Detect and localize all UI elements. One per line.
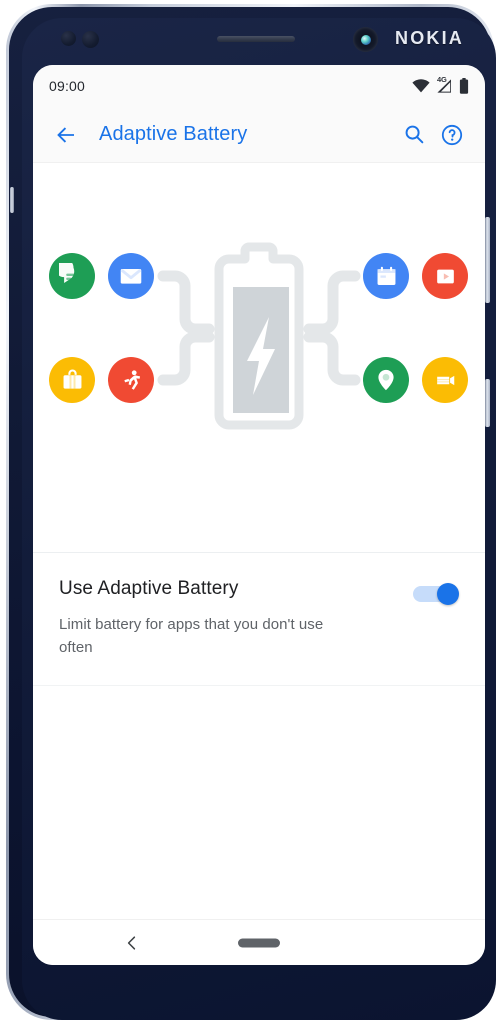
battery-connectors-graphic: [157, 242, 361, 430]
battery-icon: [459, 78, 469, 94]
toggle-thumb: [437, 583, 459, 605]
wifi-icon: [412, 79, 430, 93]
adaptive-battery-toggle[interactable]: [413, 583, 459, 605]
shopping-bag-app-icon[interactable]: [49, 357, 95, 403]
briefcase-icon: [63, 369, 81, 389]
play-button-icon: [436, 269, 454, 283]
battery-graphic: [214, 242, 304, 430]
camera-lens: [360, 34, 371, 45]
maps-app-icon[interactable]: [363, 357, 409, 403]
earpiece-speaker: [217, 36, 295, 42]
sim-tray: [10, 187, 14, 213]
setting-subtitle: Limit battery for apps that you don't us…: [59, 616, 324, 656]
screenshot-root: NOKIA 09:00 4G Adaptive Battery Use Adap…: [0, 0, 500, 1024]
running-person-icon: [123, 369, 140, 390]
ticket-icon: [436, 375, 454, 385]
mail-app-icon[interactable]: [108, 253, 154, 299]
mobile-signal-icon: 4G: [437, 75, 452, 93]
phone-body: NOKIA 09:00 4G Adaptive Battery Use Adap…: [9, 7, 496, 1020]
setting-texts: Use Adaptive Battery Limit battery for a…: [59, 577, 413, 659]
fitness-app-icon[interactable]: [108, 357, 154, 403]
status-bar: 09:00 4G: [33, 65, 485, 107]
speech-bubble-icon: [58, 262, 75, 283]
content-empty-area: [33, 686, 485, 919]
app-bar: Adaptive Battery: [33, 107, 485, 163]
map-pin-icon: [378, 369, 394, 391]
proximity-sensor-icon: [61, 31, 76, 46]
setting-title: Use Adaptive Battery: [59, 578, 239, 599]
power-button[interactable]: [485, 379, 490, 427]
hero-illustration: [33, 163, 485, 553]
phone-screen: 09:00 4G Adaptive Battery Use Adaptive B…: [33, 65, 485, 965]
search-icon[interactable]: [395, 116, 433, 154]
video-app-icon[interactable]: [422, 253, 468, 299]
status-bar-icons: 4G: [412, 75, 469, 94]
calendar-icon: [377, 266, 395, 285]
page-title: Adaptive Battery: [99, 123, 248, 145]
setting-row-use-adaptive-battery[interactable]: Use Adaptive Battery Limit battery for a…: [33, 553, 485, 686]
light-sensor-icon: [82, 31, 99, 48]
back-arrow-icon[interactable]: [47, 116, 85, 154]
settings-list: Use Adaptive Battery Limit battery for a…: [33, 553, 485, 686]
calendar-app-icon[interactable]: [363, 253, 409, 299]
adaptive-battery-diagram: [33, 241, 485, 431]
network-type-label: 4G: [437, 75, 447, 84]
system-navigation-bar: [33, 919, 485, 965]
envelope-icon: [120, 268, 142, 284]
volume-rocker-button[interactable]: [485, 217, 490, 303]
front-camera-icon: [353, 27, 378, 52]
help-circle-icon[interactable]: [433, 116, 471, 154]
movies-app-icon[interactable]: [422, 357, 468, 403]
nav-back-chevron-icon[interactable]: [119, 930, 145, 956]
brand-logo: NOKIA: [395, 28, 464, 48]
messages-app-icon[interactable]: [49, 253, 95, 299]
status-bar-clock: 09:00: [49, 78, 86, 94]
home-pill-indicator[interactable]: [238, 938, 280, 947]
